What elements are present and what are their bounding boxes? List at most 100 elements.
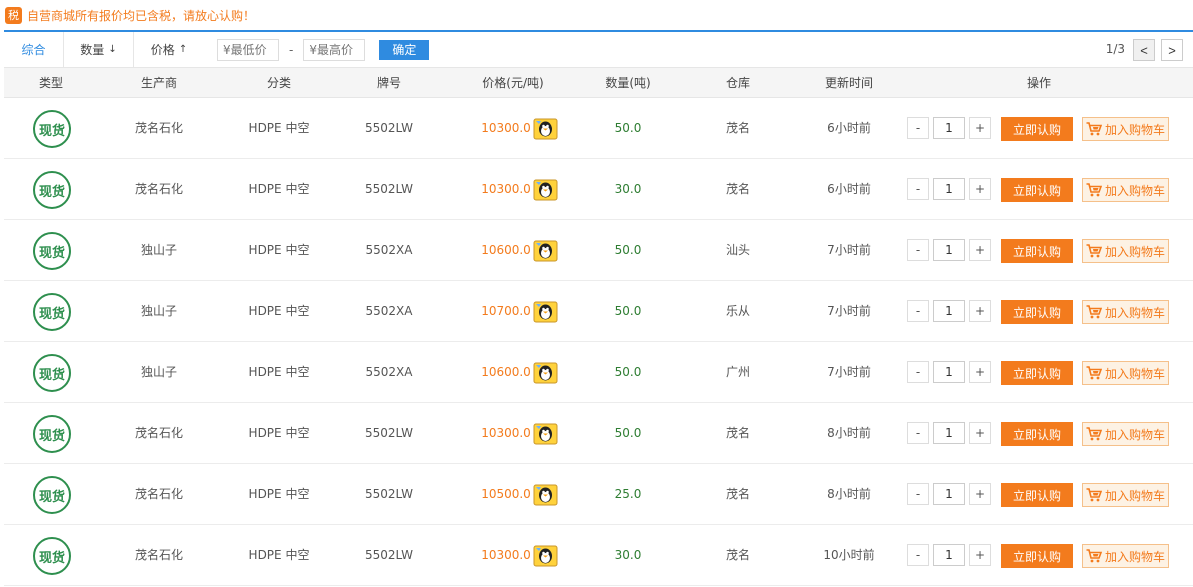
prev-page-button[interactable]: <: [1133, 39, 1155, 61]
increment-button[interactable]: +: [969, 361, 991, 383]
sort-tab-quantity[interactable]: 数量 ↓: [64, 31, 134, 68]
maker-cell: 独山子: [140, 304, 178, 318]
category-cell: HDPE 中空: [248, 426, 310, 440]
header-price: 价格(元/吨): [482, 76, 544, 90]
qq-penguin-icon[interactable]: [533, 484, 558, 506]
decrement-button[interactable]: -: [907, 178, 929, 200]
table-row: 现货 茂名石化 HDPE 中空 5502LW 10300.0 30.0 茂名 6…: [4, 159, 1193, 220]
sort-tab-price[interactable]: 价格 ↑: [134, 32, 204, 68]
quantity-input[interactable]: [933, 544, 965, 566]
increment-button[interactable]: +: [969, 422, 991, 444]
category-cell: HDPE 中空: [248, 304, 310, 318]
qq-penguin-icon[interactable]: [533, 240, 558, 262]
category-cell: HDPE 中空: [248, 182, 310, 196]
price-cell: 10600.0: [481, 243, 531, 257]
grade-cell: 5502LW: [365, 548, 413, 562]
maker-cell: 茂名石化: [134, 426, 184, 440]
increment-button[interactable]: +: [969, 178, 991, 200]
add-to-cart-label: 加入购物车: [1104, 488, 1165, 503]
grade-cell: 5502XA: [365, 304, 413, 318]
cart-icon: [1086, 549, 1102, 563]
add-to-cart-button[interactable]: 加入购物车: [1082, 544, 1169, 568]
updated-cell: 7小时前: [827, 365, 871, 379]
buy-now-button[interactable]: 立即认购: [1001, 117, 1073, 141]
quantity-input[interactable]: [933, 300, 965, 322]
category-cell: HDPE 中空: [248, 365, 310, 379]
sort-tab-overall[interactable]: 综合: [4, 31, 64, 68]
updated-cell: 6小时前: [827, 182, 871, 196]
quantity-input[interactable]: [933, 239, 965, 261]
add-to-cart-button[interactable]: 加入购物车: [1082, 178, 1169, 202]
confirm-price-button[interactable]: 确定: [379, 39, 430, 60]
price-cell: 10300.0: [481, 426, 531, 440]
increment-button[interactable]: +: [969, 300, 991, 322]
decrement-button[interactable]: -: [907, 361, 929, 383]
decrement-button[interactable]: -: [907, 239, 929, 261]
grade-cell: 5502LW: [365, 487, 413, 501]
maker-cell: 独山子: [140, 243, 178, 257]
increment-button[interactable]: +: [969, 483, 991, 505]
quantity-stepper: - +: [907, 483, 991, 505]
decrement-button[interactable]: -: [907, 422, 929, 444]
cart-icon: [1086, 305, 1102, 319]
buy-now-button[interactable]: 立即认购: [1001, 544, 1073, 568]
add-to-cart-button[interactable]: 加入购物车: [1082, 422, 1169, 446]
quantity-input[interactable]: [933, 178, 965, 200]
buy-now-button[interactable]: 立即认购: [1001, 361, 1073, 385]
price-cell: 10600.0: [481, 365, 531, 379]
category-cell: HDPE 中空: [248, 487, 310, 501]
sort-tab-label: 数量: [80, 43, 105, 57]
buy-now-button[interactable]: 立即认购: [1001, 239, 1073, 263]
grade-cell: 5502XA: [365, 243, 413, 257]
add-to-cart-button[interactable]: 加入购物车: [1082, 361, 1169, 385]
qq-penguin-icon[interactable]: [533, 362, 558, 384]
add-to-cart-label: 加入购物车: [1104, 122, 1165, 137]
qq-penguin-icon[interactable]: [533, 179, 558, 201]
qq-penguin-icon[interactable]: [533, 423, 558, 445]
category-cell: HDPE 中空: [248, 243, 310, 257]
add-to-cart-button[interactable]: 加入购物车: [1082, 239, 1169, 263]
buy-now-button[interactable]: 立即认购: [1001, 483, 1073, 507]
buy-now-button[interactable]: 立即认购: [1001, 422, 1073, 446]
table-row: 现货 茂名石化 HDPE 中空 5502LW 10300.0 50.0 茂名 8…: [4, 403, 1193, 464]
maker-cell: 茂名石化: [134, 548, 184, 562]
qq-penguin-icon[interactable]: [533, 301, 558, 323]
buy-now-button[interactable]: 立即认购: [1001, 300, 1073, 324]
quantity-input[interactable]: [933, 483, 965, 505]
quantity-input[interactable]: [933, 361, 965, 383]
min-price-input[interactable]: [217, 38, 279, 61]
add-to-cart-button[interactable]: 加入购物车: [1082, 117, 1169, 141]
max-price-input[interactable]: [303, 38, 366, 61]
qq-penguin-icon[interactable]: [533, 118, 558, 140]
decrement-button[interactable]: -: [907, 117, 929, 139]
decrement-button[interactable]: -: [907, 483, 929, 505]
warehouse-cell: 茂名: [725, 121, 751, 135]
quantity-cell: 50.0: [614, 426, 642, 440]
tax-notice: 税 自营商城所有报价均已含税，请放心认购！: [0, 0, 1193, 30]
add-to-cart-button[interactable]: 加入购物车: [1082, 483, 1169, 507]
spot-stock-stamp: 现货: [33, 537, 71, 575]
decrement-button[interactable]: -: [907, 300, 929, 322]
add-to-cart-label: 加入购物车: [1104, 549, 1165, 564]
increment-button[interactable]: +: [969, 117, 991, 139]
category-cell: HDPE 中空: [248, 121, 310, 135]
maker-cell: 茂名石化: [134, 487, 184, 501]
header-category: 分类: [266, 76, 292, 90]
table-header: 类型 生产商 分类 牌号 价格(元/吨) 数量(吨) 仓库 更新时间 操作: [4, 68, 1193, 98]
quantity-input[interactable]: [933, 117, 965, 139]
sort-tab-label: 价格: [150, 43, 175, 57]
quantity-input[interactable]: [933, 422, 965, 444]
quantity-stepper: - +: [907, 544, 991, 566]
increment-button[interactable]: +: [969, 544, 991, 566]
quantity-stepper: - +: [907, 422, 991, 444]
decrement-button[interactable]: -: [907, 544, 929, 566]
spot-stock-stamp: 现货: [33, 476, 71, 514]
qq-penguin-icon[interactable]: [533, 545, 558, 567]
cart-icon: [1086, 244, 1102, 258]
price-range-dash: -: [289, 42, 294, 57]
add-to-cart-button[interactable]: 加入购物车: [1082, 300, 1169, 324]
increment-button[interactable]: +: [969, 239, 991, 261]
next-page-button[interactable]: >: [1161, 39, 1183, 61]
buy-now-button[interactable]: 立即认购: [1001, 178, 1073, 202]
tax-notice-text: 自营商城所有报价均已含税，请放心认购！: [27, 8, 256, 23]
